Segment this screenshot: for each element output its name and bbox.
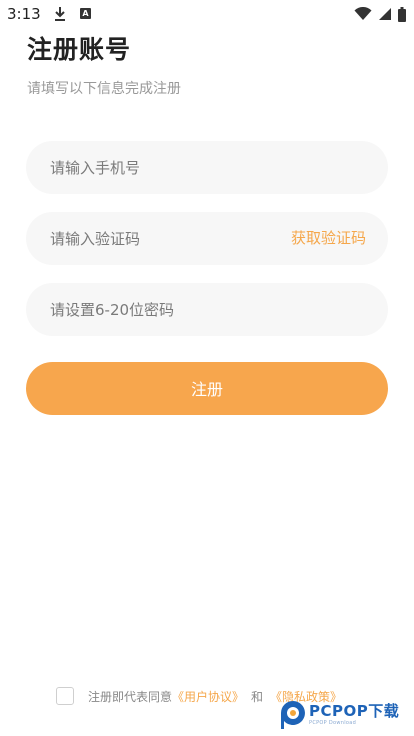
- user-agreement-link[interactable]: 《用户协议》: [172, 688, 244, 705]
- agreement-and: 和: [251, 689, 264, 704]
- get-code-button[interactable]: 获取验证码: [291, 212, 366, 265]
- phone-field-container: [26, 141, 388, 194]
- status-bar: 3:13 A: [0, 0, 414, 28]
- download-icon: [55, 7, 65, 21]
- status-indicators: [354, 6, 406, 22]
- code-field-container: 获取验证码: [26, 212, 388, 265]
- agreement-checkbox[interactable]: [56, 687, 74, 705]
- page-title: 注册账号: [27, 35, 132, 64]
- pcpop-logo-icon: [281, 701, 305, 729]
- register-button[interactable]: 注册: [26, 362, 388, 415]
- page-subtitle: 请填写以下信息完成注册: [27, 81, 181, 97]
- watermark-main: PCPOP下载: [309, 702, 400, 720]
- agreement-prefix: 注册即代表同意: [88, 689, 173, 704]
- verification-code-input[interactable]: [50, 212, 290, 265]
- watermark-text: PCPOP下载 PCPOP Download: [309, 704, 399, 726]
- password-field-container: [26, 283, 388, 336]
- password-input[interactable]: [50, 283, 290, 336]
- notification-app-icon: A: [80, 8, 91, 19]
- pcpop-watermark: PCPOP下载 PCPOP Download: [280, 698, 410, 732]
- signal-icon: [379, 8, 391, 20]
- phone-input[interactable]: [50, 141, 290, 194]
- status-time: 3:13: [7, 5, 41, 23]
- wifi-icon: [354, 7, 372, 20]
- watermark-sub: PCPOP Download: [309, 720, 357, 726]
- battery-icon: [398, 6, 406, 22]
